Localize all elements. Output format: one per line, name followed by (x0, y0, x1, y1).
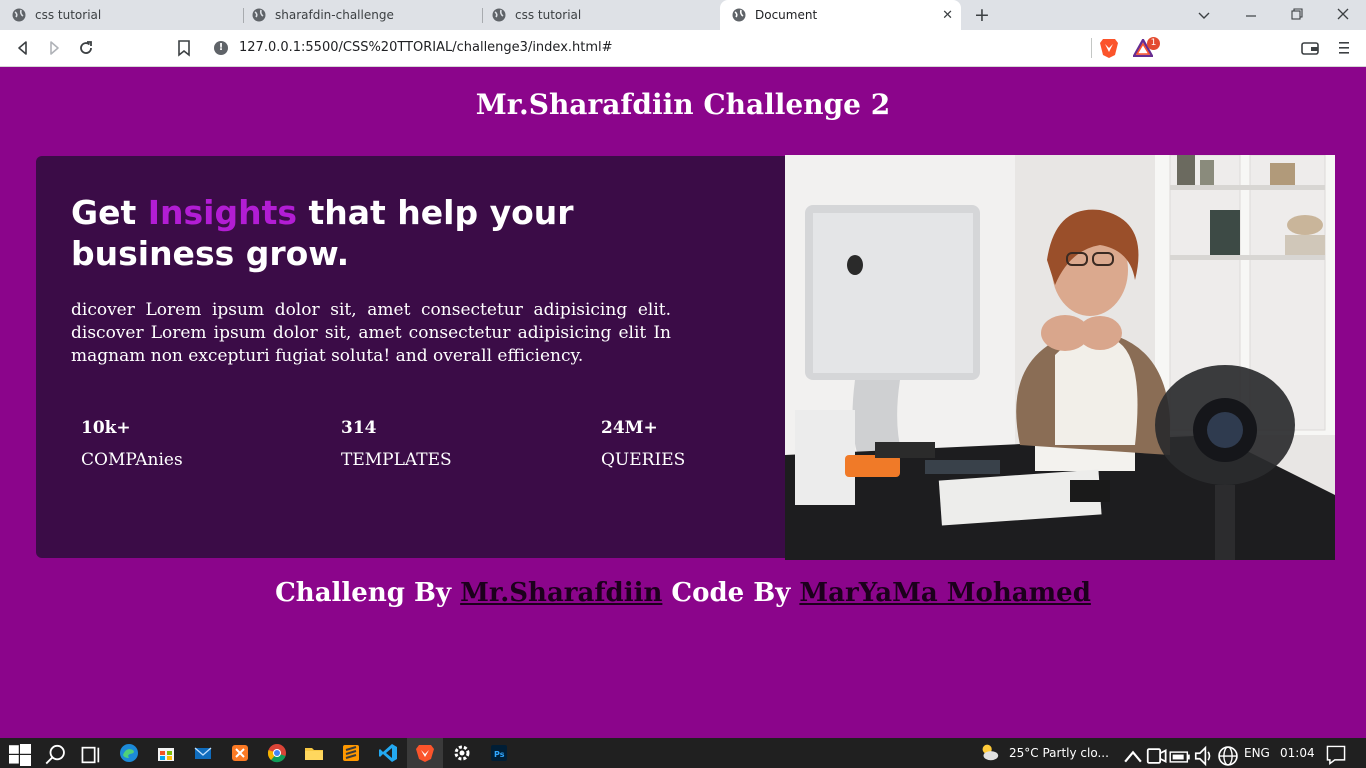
stat-label: QUERIES (601, 450, 686, 470)
coder-link[interactable]: MarYaMa Mohamed (799, 578, 1091, 608)
edge-icon[interactable] (118, 742, 140, 764)
insights-card: Get Insights that help your business gro… (36, 156, 785, 558)
mail-icon[interactable] (192, 742, 214, 764)
start-icon[interactable] (9, 744, 31, 766)
tab-title: css tutorial (515, 8, 582, 22)
weather-text[interactable]: 25°C Partly clo... (1009, 746, 1109, 760)
brave-shield-icon[interactable] (1099, 37, 1119, 59)
footer-prefix: Challeng By (275, 578, 461, 608)
tab-sharafdin-challenge[interactable]: sharafdin-challenge (240, 0, 483, 30)
back-icon[interactable] (13, 38, 33, 58)
minimize-icon[interactable] (1245, 10, 1257, 22)
restore-icon[interactable] (1291, 8, 1303, 20)
volume-icon[interactable] (1193, 745, 1215, 767)
tab-css-tutorial-2[interactable]: css tutorial (480, 0, 720, 30)
wallet-icon[interactable] (1301, 40, 1319, 56)
search-icon[interactable] (45, 744, 67, 766)
vscode-icon[interactable] (377, 742, 399, 764)
info-icon[interactable]: ! (214, 41, 228, 55)
globe-icon (492, 8, 506, 22)
weather-icon[interactable] (978, 741, 1000, 763)
globe-icon (252, 8, 266, 22)
menu-icon[interactable] (1338, 40, 1350, 56)
address-url[interactable]: 127.0.0.1:5500/CSS%20TTORIAL/challenge3/… (239, 40, 613, 55)
browser-tab-bar: css tutorial sharafdin-challenge css tut… (0, 0, 1366, 30)
headline: Get Insights that help your business gro… (71, 192, 591, 274)
xampp-icon[interactable] (229, 742, 251, 764)
clock-time[interactable]: 01:04 (1280, 746, 1315, 760)
tab-title: sharafdin-challenge (275, 8, 394, 22)
stat-label: COMPAnies (81, 450, 183, 470)
bookmark-icon[interactable] (174, 38, 194, 58)
store-icon[interactable] (155, 742, 177, 764)
language-indicator[interactable]: ENG (1244, 746, 1270, 760)
settings-icon[interactable] (451, 742, 473, 764)
description: dicover Lorem ipsum dolor sit, amet cons… (71, 300, 671, 366)
address-divider (1091, 38, 1092, 58)
chevron-down-icon[interactable] (1198, 9, 1210, 21)
browser-toolbar: ! 127.0.0.1:5500/CSS%20TTORIAL/challenge… (0, 30, 1366, 67)
stat-queries: 24M+ QUERIES (601, 418, 685, 470)
globe-icon (12, 8, 26, 22)
stat-value: 24M+ (601, 418, 658, 438)
office-photo-illustration (785, 155, 1335, 560)
close-window-icon[interactable] (1337, 8, 1349, 20)
address-bar[interactable]: ! 127.0.0.1:5500/CSS%20TTORIAL/challenge… (204, 34, 1092, 62)
headline-accent: Insights (147, 193, 297, 232)
globe-icon (732, 8, 746, 22)
windows-taskbar: Ps 25°C Partly clo... ENG 01:04 (0, 738, 1366, 768)
stat-templates: 314 TEMPLATES (341, 418, 452, 470)
svg-text:Ps: Ps (494, 750, 505, 759)
chevron-up-icon[interactable] (1122, 746, 1144, 768)
page-title: Mr.Sharafdiin Challenge 2 (475, 88, 891, 121)
new-tab-button[interactable]: + (974, 4, 990, 26)
tab-title: Document (755, 8, 818, 22)
challenger-link[interactable]: Mr.Sharafdiin (460, 578, 662, 608)
stat-companies: 10k+ COMPAnies (81, 418, 183, 470)
stat-value: 10k+ (81, 418, 131, 438)
brave-icon[interactable] (414, 742, 436, 764)
stat-value: 314 (341, 418, 377, 438)
tab-title: css tutorial (35, 8, 102, 22)
meet-now-icon[interactable] (1145, 745, 1167, 767)
office-photo (785, 155, 1335, 560)
close-tab-icon[interactable]: ✕ (942, 8, 953, 23)
network-globe-icon[interactable] (1217, 745, 1239, 767)
battery-icon[interactable] (1169, 746, 1191, 768)
chrome-icon[interactable] (266, 742, 288, 764)
photoshop-icon[interactable]: Ps (488, 742, 510, 764)
file-explorer-icon[interactable] (303, 742, 325, 764)
forward-icon[interactable] (44, 38, 64, 58)
tab-document[interactable]: Document ✕ (720, 0, 961, 30)
tab-css-tutorial-1[interactable]: css tutorial (0, 0, 243, 30)
notifications-icon[interactable] (1325, 744, 1347, 766)
footer-credits: Challeng By Mr.Sharafdiin Code By MarYaM… (0, 578, 1366, 608)
stat-label: TEMPLATES (341, 450, 452, 470)
headline-lead: Get (71, 193, 148, 232)
task-view-icon[interactable] (80, 744, 102, 766)
reload-icon[interactable] (76, 38, 96, 58)
sublime-icon[interactable] (340, 742, 362, 764)
footer-middle: Code By (662, 578, 800, 608)
rewards-badge: 1 (1147, 37, 1160, 50)
